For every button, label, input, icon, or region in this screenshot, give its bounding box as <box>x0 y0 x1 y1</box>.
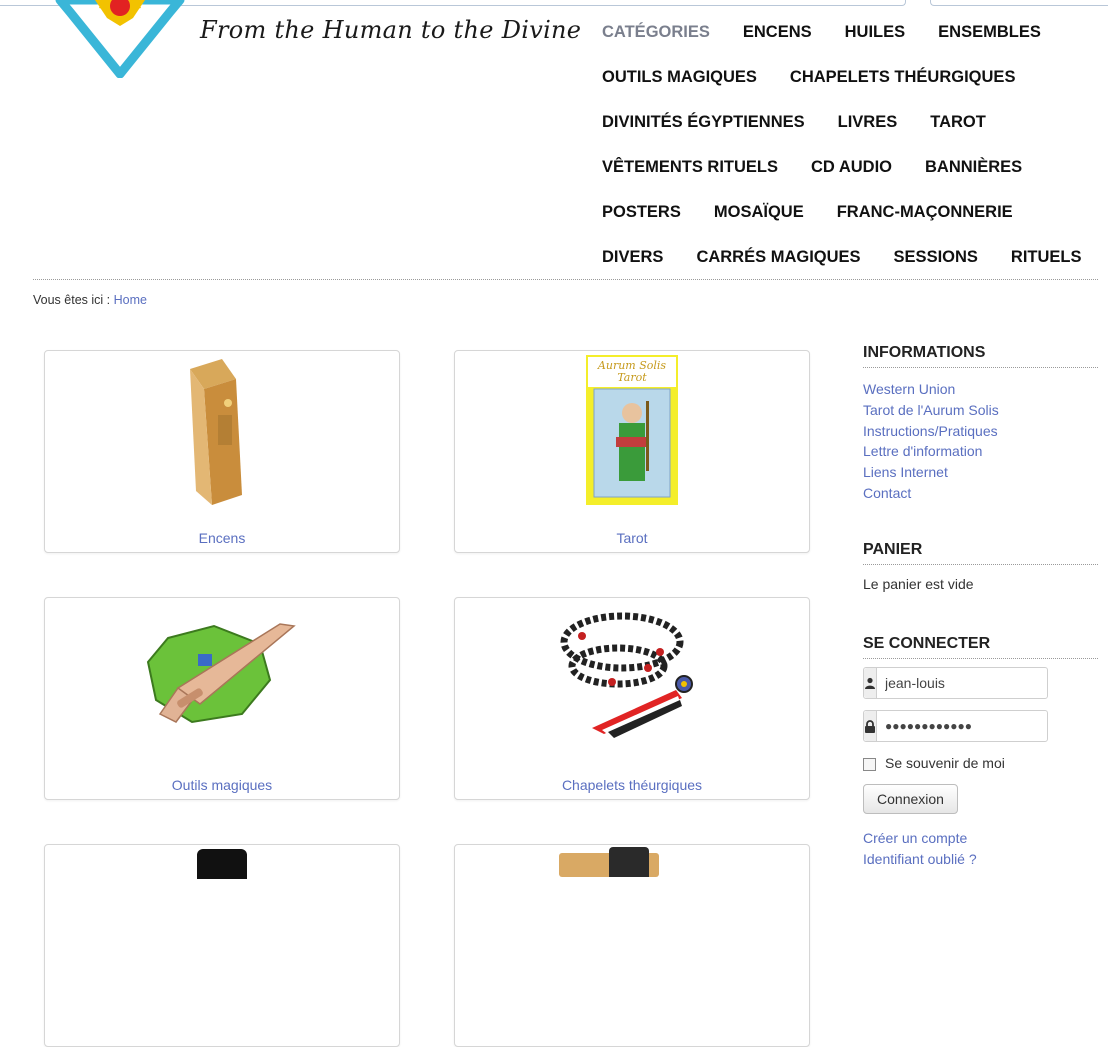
menu-row: VÊTEMENTS RITUELS CD AUDIO BANNIÈRES <box>586 145 1096 190</box>
menu-item-posters[interactable]: POSTERS <box>602 203 681 222</box>
category-card-tarot[interactable]: Aurum Solis Tarot Tarot <box>454 350 810 553</box>
category-card-outils-magiques[interactable]: Outils magiques <box>44 597 400 800</box>
login-heading: SE CONNECTER <box>863 635 1098 659</box>
category-card-partial[interactable] <box>44 844 400 1047</box>
username-field[interactable] <box>863 667 1074 699</box>
informations-heading: INFORMATIONS <box>863 344 1098 368</box>
tarot-card-subtitle: Tarot <box>617 371 647 384</box>
menu-row: DIVERS CARRÉS MAGIQUES SESSIONS RITUELS <box>586 235 1096 280</box>
informations-links: Western Union Tarot de l'Aurum Solis Ins… <box>863 379 999 504</box>
category-menu: CATÉGORIES ENCENS HUILES ENSEMBLES OUTIL… <box>586 10 1096 280</box>
login-button[interactable]: Connexion <box>863 784 958 814</box>
category-label[interactable]: Encens <box>45 530 399 546</box>
lock-icon <box>864 711 877 741</box>
menu-item-carres-magiques[interactable]: CARRÉS MAGIQUES <box>696 248 860 267</box>
link-liens-internet[interactable]: Liens Internet <box>863 462 999 483</box>
category-label[interactable]: Outils magiques <box>45 777 399 793</box>
menu-row: POSTERS MOSAÏQUE FRANC-MAÇONNERIE <box>586 190 1096 235</box>
menu-item-divers[interactable]: DIVERS <box>602 248 663 267</box>
menu-item-chapelets[interactable]: CHAPELETS THÉURGIQUES <box>790 68 1016 87</box>
menu-item-divinites[interactable]: DIVINITÉS ÉGYPTIENNES <box>602 113 805 132</box>
create-account-link[interactable]: Créer un compte <box>863 828 977 849</box>
password-input[interactable] <box>877 711 1048 741</box>
menu-item-encens[interactable]: ENCENS <box>743 23 812 42</box>
header-divider <box>33 279 1098 280</box>
oil-bottle-image <box>197 849 247 879</box>
menu-item-categories[interactable]: CATÉGORIES <box>602 23 710 42</box>
remember-label: Se souvenir de moi <box>885 754 1005 771</box>
tarot-card-image: Aurum Solis Tarot <box>455 355 809 505</box>
menu-item-huiles[interactable]: HUILES <box>845 23 906 42</box>
breadcrumb-prefix: Vous êtes ici : <box>33 293 111 307</box>
link-newsletter[interactable]: Lettre d'information <box>863 441 999 462</box>
cart-heading: PANIER <box>863 541 1098 565</box>
site-tagline: From the Human to the Divine <box>200 16 582 44</box>
rosary-beads-image <box>455 598 809 748</box>
menu-item-cd-audio[interactable]: CD AUDIO <box>811 158 892 177</box>
link-western-union[interactable]: Western Union <box>863 379 999 400</box>
remember-me[interactable]: Se souvenir de moi <box>863 754 1005 771</box>
category-card-partial[interactable] <box>454 844 810 1047</box>
menu-item-tarot[interactable]: TAROT <box>930 113 986 132</box>
remember-checkbox[interactable] <box>863 758 876 771</box>
link-instructions[interactable]: Instructions/Pratiques <box>863 421 999 442</box>
category-card-encens[interactable]: Encens <box>44 350 400 553</box>
category-label[interactable]: Tarot <box>455 530 809 546</box>
breadcrumb-home-link[interactable]: Home <box>114 293 147 307</box>
menu-row: CATÉGORIES ENCENS HUILES ENSEMBLES <box>586 10 1096 55</box>
menu-item-franc-maconnerie[interactable]: FRANC-MAÇONNERIE <box>837 203 1013 222</box>
username-input[interactable] <box>877 668 1074 698</box>
menu-item-livres[interactable]: LIVRES <box>838 113 898 132</box>
menu-item-mosaique[interactable]: MOSAÏQUE <box>714 203 804 222</box>
incense-box-image <box>45 355 399 505</box>
menu-item-outils-magiques[interactable]: OUTILS MAGIQUES <box>602 68 757 87</box>
category-label[interactable]: Chapelets théurgiques <box>455 777 809 793</box>
user-icon <box>864 668 877 698</box>
breadcrumb: Vous êtes ici : Home <box>33 293 147 307</box>
cart-empty-text: Le panier est vide <box>863 576 974 592</box>
menu-row: OUTILS MAGIQUES CHAPELETS THÉURGIQUES <box>586 55 1096 100</box>
site-logo[interactable] <box>55 0 185 78</box>
account-links: Créer un compte Identifiant oublié ? <box>863 828 977 870</box>
forgot-username-link[interactable]: Identifiant oublié ? <box>863 849 977 870</box>
link-contact[interactable]: Contact <box>863 483 999 504</box>
browser-search-bar[interactable] <box>930 0 1108 6</box>
password-field[interactable] <box>863 710 1048 742</box>
menu-item-bannieres[interactable]: BANNIÈRES <box>925 158 1022 177</box>
link-tarot-aurum-solis[interactable]: Tarot de l'Aurum Solis <box>863 400 999 421</box>
magic-dagger-image <box>45 598 399 748</box>
product-set-bottle-image <box>609 847 649 877</box>
menu-item-vetements[interactable]: VÊTEMENTS RITUELS <box>602 158 778 177</box>
menu-item-ensembles[interactable]: ENSEMBLES <box>938 23 1041 42</box>
category-card-chapelets[interactable]: Chapelets théurgiques <box>454 597 810 800</box>
menu-row: DIVINITÉS ÉGYPTIENNES LIVRES TAROT <box>586 100 1096 145</box>
menu-item-sessions[interactable]: SESSIONS <box>894 248 978 267</box>
menu-item-rituels[interactable]: RITUELS <box>1011 248 1082 267</box>
